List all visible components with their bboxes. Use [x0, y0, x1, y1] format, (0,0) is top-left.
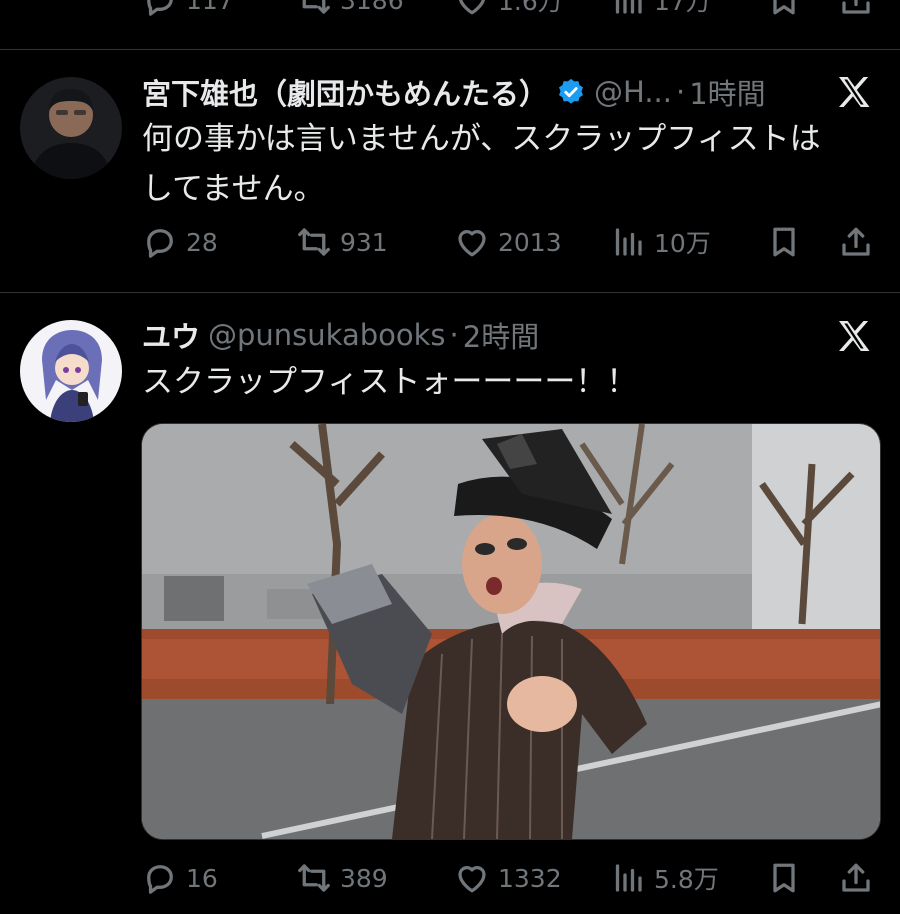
timestamp[interactable]: 2時間 [463, 314, 539, 356]
views-icon [615, 864, 642, 892]
bookmark-button[interactable] [766, 222, 802, 262]
tweet-actions: 28 931 2013 10万 [0, 222, 900, 262]
bookmark-icon [773, 863, 795, 893]
like-count: 1.6万 [498, 0, 563, 16]
like-icon [459, 0, 485, 15]
tweet-divider [0, 49, 900, 50]
retweet-icon [298, 228, 330, 256]
retweet-count: 389 [340, 863, 388, 893]
reply-count: 28 [186, 227, 218, 257]
retweet-count: 931 [340, 227, 388, 257]
author-name[interactable]: 宮下雄也（劇団かもめんたる） [142, 71, 548, 113]
reply-button[interactable]: 28 [142, 222, 218, 262]
tweet-header: 宮下雄也（劇団かもめんたる） @H... · 1時間 [142, 70, 766, 114]
avatar[interactable] [20, 77, 122, 179]
author-handle[interactable]: @H... [594, 75, 672, 109]
share-icon [842, 863, 870, 892]
reply-icon [147, 0, 173, 16]
tweet-text: 何の事かは言いませんが、スクラップフィストは してません。 [142, 114, 862, 214]
like-count: 2013 [498, 227, 562, 257]
views-icon [615, 0, 642, 14]
share-button[interactable] [838, 858, 874, 898]
tweet-text-line: 何の事かは言いませんが、スクラップフィストは [142, 121, 821, 157]
x-logo-icon [839, 321, 870, 351]
reply-icon [147, 229, 173, 258]
tweet-divider [0, 292, 900, 293]
bookmark-button[interactable] [766, 0, 802, 20]
views-count: 5.8万 [654, 865, 719, 894]
separator-dot: · [449, 318, 459, 352]
like-icon [458, 866, 486, 893]
reply-button[interactable]: 16 [142, 858, 218, 898]
retweet-button[interactable]: 389 [296, 858, 388, 898]
views-count: 10万 [654, 229, 711, 258]
author-handle[interactable]: @punsukabooks [208, 318, 446, 352]
views-icon [615, 228, 642, 256]
bookmark-icon [773, 0, 795, 15]
bookmark-button[interactable] [766, 858, 802, 898]
share-button[interactable] [838, 0, 874, 20]
views-count: 17万 [654, 0, 711, 16]
retweet-count: 3186 [340, 0, 404, 15]
tweet-header: ユウ @punsukabooks · 2時間 [142, 313, 539, 357]
tweet-actions: 16 389 1332 5.8万 [0, 858, 900, 898]
separator-dot: · [675, 75, 686, 109]
verified-badge-icon [559, 78, 584, 104]
views-button[interactable]: 5.8万 [610, 858, 719, 898]
like-count: 1332 [498, 863, 562, 893]
top-tweet-actions: 117 3186 1.6万 17万 [0, 0, 900, 20]
share-button[interactable] [838, 222, 874, 262]
retweet-button[interactable]: 3186 [296, 0, 404, 20]
like-icon [458, 230, 486, 257]
bookmark-icon [773, 227, 795, 257]
reply-count: 117 [186, 0, 234, 15]
timestamp[interactable]: 1時間 [689, 71, 765, 113]
views-button[interactable]: 10万 [610, 222, 711, 262]
reply-button[interactable]: 117 [142, 0, 234, 20]
x-logo-icon [839, 77, 870, 107]
tweet-text: スクラップフィストォーーーー！！ [142, 364, 638, 400]
like-button[interactable]: 1332 [454, 858, 562, 898]
share-icon [842, 227, 870, 256]
like-button[interactable]: 2013 [454, 222, 562, 262]
views-button[interactable]: 17万 [610, 0, 711, 20]
share-icon [842, 0, 870, 14]
retweet-icon [302, 0, 330, 14]
tweet-media-image[interactable] [141, 423, 881, 840]
like-button[interactable]: 1.6万 [454, 0, 563, 20]
reply-icon [147, 865, 173, 894]
author-name[interactable]: ユウ [142, 314, 200, 356]
avatar[interactable] [20, 320, 122, 422]
tweet-text-line: してません。 [142, 171, 325, 207]
retweet-icon [298, 864, 330, 892]
retweet-button[interactable]: 931 [296, 222, 388, 262]
reply-count: 16 [186, 863, 218, 893]
